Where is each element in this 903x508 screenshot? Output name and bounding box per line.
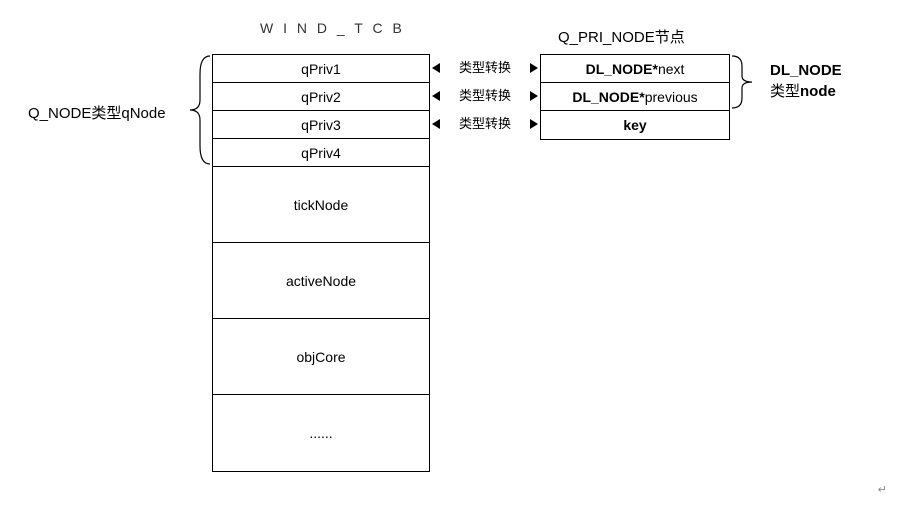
wind-tcb-title: W I N D _ T C B — [260, 20, 405, 36]
return-symbol: ↵ — [878, 483, 887, 496]
tcb-row-more: ...... — [213, 395, 429, 471]
arrow-right-2 — [530, 91, 538, 101]
arrow-left-1 — [432, 63, 440, 73]
dlnode-label-line2: 类型node — [770, 81, 842, 102]
qpri-node-title: Q_PRI_NODE节点 — [558, 26, 685, 47]
qpri-row-previous: DL_NODE*previous — [541, 83, 729, 111]
qnode-label: Q_NODE类型qNode — [28, 102, 166, 123]
tcb-row-ticknode: tickNode — [213, 167, 429, 243]
conv-label-3: 类型转换 — [431, 116, 539, 132]
brace-left — [186, 54, 212, 166]
arrow-left-3 — [432, 119, 440, 129]
tcb-row-qpriv3: qPriv3 — [213, 111, 429, 139]
tcb-table: qPriv1 qPriv2 qPriv3 qPriv4 tickNode act… — [212, 54, 430, 472]
tcb-row-activenode: activeNode — [213, 243, 429, 319]
qpri-row-next: DL_NODE*next — [541, 55, 729, 83]
conv-label-1: 类型转换 — [431, 60, 539, 76]
tcb-row-qpriv4: qPriv4 — [213, 139, 429, 167]
brace-right — [730, 54, 756, 110]
tcb-row-objcore: objCore — [213, 319, 429, 395]
tcb-row-qpriv2: qPriv2 — [213, 83, 429, 111]
conv-label-2: 类型转换 — [431, 88, 539, 104]
arrow-right-3 — [530, 119, 538, 129]
qpri-row-key: key — [541, 111, 729, 139]
arrow-right-1 — [530, 63, 538, 73]
qpri-table: DL_NODE*next DL_NODE*previous key — [540, 54, 730, 140]
dlnode-label-line1: DL_NODE — [770, 60, 842, 81]
arrow-left-2 — [432, 91, 440, 101]
tcb-row-qpriv1: qPriv1 — [213, 55, 429, 83]
dlnode-label: DL_NODE 类型node — [770, 60, 842, 102]
